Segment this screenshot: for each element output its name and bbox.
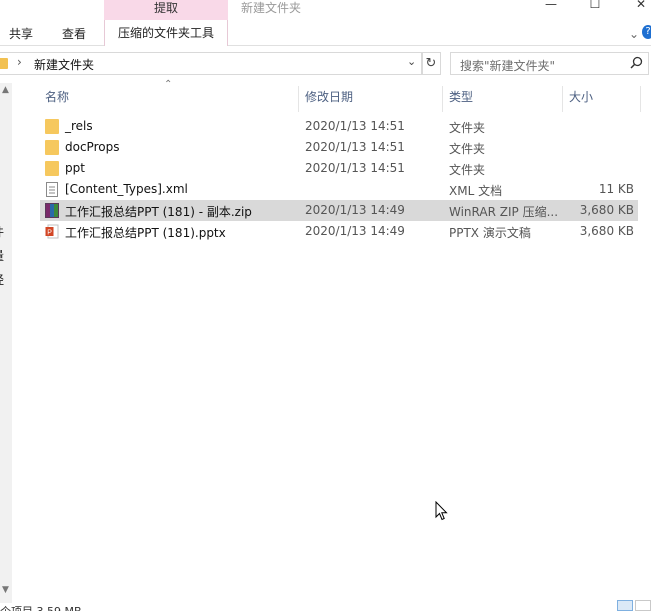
large-icons-view-icon[interactable] — [635, 600, 651, 611]
tab-view[interactable]: 查看 — [62, 25, 86, 42]
folder-icon — [45, 119, 59, 134]
title-bar: 提取 新建文件夹 — ☐ ✕ — [0, 0, 651, 20]
sort-ascending-icon: ⌃ — [164, 79, 173, 90]
scroll-down-icon[interactable]: ▼ — [2, 585, 9, 595]
file-row-selected[interactable]: 工作汇报总结PPT (181) - 副本.zip 2020/1/13 14:49… — [40, 200, 638, 221]
tab-share[interactable]: 共享 — [9, 25, 33, 42]
nav-item-fragment[interactable]: 件 — [0, 223, 4, 240]
navigation-pane: ▲ 件 量 经 P ▼ — [0, 83, 20, 603]
column-header-date[interactable]: 修改日期 — [305, 86, 353, 108]
details-view-icon[interactable] — [617, 600, 633, 611]
file-date: 2020/1/13 14:49 — [305, 203, 405, 217]
mouse-cursor-icon — [435, 501, 448, 521]
minimize-button[interactable]: — — [541, 0, 561, 13]
file-name: [Content_Types].xml — [65, 182, 188, 196]
file-row[interactable]: ppt 2020/1/13 14:51 文件夹 — [40, 158, 638, 179]
file-name: _rels — [65, 119, 93, 133]
column-header-name[interactable]: 名称 — [45, 86, 69, 108]
close-button[interactable]: ✕ — [631, 0, 651, 13]
folder-icon — [45, 140, 59, 155]
ribbon-tabs: 共享 查看 压缩的文件夹工具 ⌄ ? — [0, 20, 651, 46]
maximize-button[interactable]: ☐ — [585, 0, 605, 13]
file-type: PPTX 演示文稿 — [449, 226, 531, 240]
column-header-size[interactable]: 大小 — [569, 86, 593, 108]
file-type: WinRAR ZIP 压缩... — [449, 205, 559, 219]
search-input[interactable]: 搜索"新建文件夹" — [450, 52, 649, 75]
column-divider[interactable] — [640, 86, 641, 112]
file-name: 工作汇报总结PPT (181).pptx — [65, 226, 226, 240]
file-row[interactable]: [Content_Types].xml XML 文档 11 KB — [40, 179, 638, 200]
file-row[interactable]: _rels 2020/1/13 14:51 文件夹 — [40, 116, 638, 137]
file-date: 2020/1/13 14:51 — [305, 161, 405, 175]
file-name: ppt — [65, 161, 85, 175]
nav-item-fragment[interactable]: 量 — [0, 247, 4, 264]
file-date: 2020/1/13 14:51 — [305, 119, 405, 133]
file-name: 工作汇报总结PPT (181) - 副本.zip — [65, 205, 252, 219]
tab-compressed-folder-tools[interactable]: 压缩的文件夹工具 — [104, 20, 228, 46]
svg-text:P: P — [47, 229, 52, 236]
column-divider[interactable] — [298, 86, 299, 112]
status-bar-text: 个项目 3.59 MB — [0, 603, 82, 611]
help-icon[interactable]: ? — [642, 25, 651, 39]
nav-item-fragment[interactable]: 经 — [0, 271, 4, 288]
xml-file-icon — [46, 182, 58, 197]
folder-icon — [45, 161, 59, 176]
search-icon[interactable] — [630, 56, 643, 69]
column-divider[interactable] — [442, 86, 443, 112]
file-date: 2020/1/13 14:51 — [305, 140, 405, 154]
address-history-dropdown-icon[interactable]: ⌄ — [407, 55, 416, 68]
window-title: 新建文件夹 — [241, 1, 302, 15]
file-row[interactable]: docProps 2020/1/13 14:51 文件夹 — [40, 137, 638, 158]
file-size: 3,680 KB — [579, 224, 634, 238]
search-placeholder: 搜索"新建文件夹" — [460, 59, 556, 73]
column-divider[interactable] — [562, 86, 563, 112]
file-name: docProps — [65, 140, 120, 154]
nav-pane-scrollbar[interactable] — [0, 83, 12, 603]
pptx-file-icon: P — [45, 224, 59, 239]
file-date: 2020/1/13 14:49 — [305, 224, 405, 238]
scroll-up-icon[interactable]: ▲ — [2, 85, 9, 95]
file-type: XML 文档 — [449, 184, 503, 198]
refresh-button[interactable]: ↻ — [421, 52, 441, 75]
context-tab-group-extract[interactable]: 提取 — [104, 0, 228, 20]
file-type: 文件夹 — [449, 163, 486, 177]
address-bar[interactable]: › 新建文件夹 ⌄ — [0, 52, 423, 75]
zip-archive-icon — [45, 203, 59, 218]
breadcrumb-separator-icon[interactable]: › — [17, 55, 22, 69]
file-size: 11 KB — [598, 182, 634, 196]
column-header-type[interactable]: 类型 — [449, 86, 473, 108]
file-size: 3,680 KB — [579, 203, 634, 217]
file-type: 文件夹 — [449, 121, 486, 135]
file-type: 文件夹 — [449, 142, 486, 156]
folder-icon — [0, 58, 8, 69]
file-row[interactable]: P 工作汇报总结PPT (181).pptx 2020/1/13 14:49 P… — [40, 221, 638, 242]
breadcrumb-current-folder[interactable]: 新建文件夹 — [34, 56, 94, 73]
ribbon-collapse-icon[interactable]: ⌄ — [629, 27, 639, 41]
